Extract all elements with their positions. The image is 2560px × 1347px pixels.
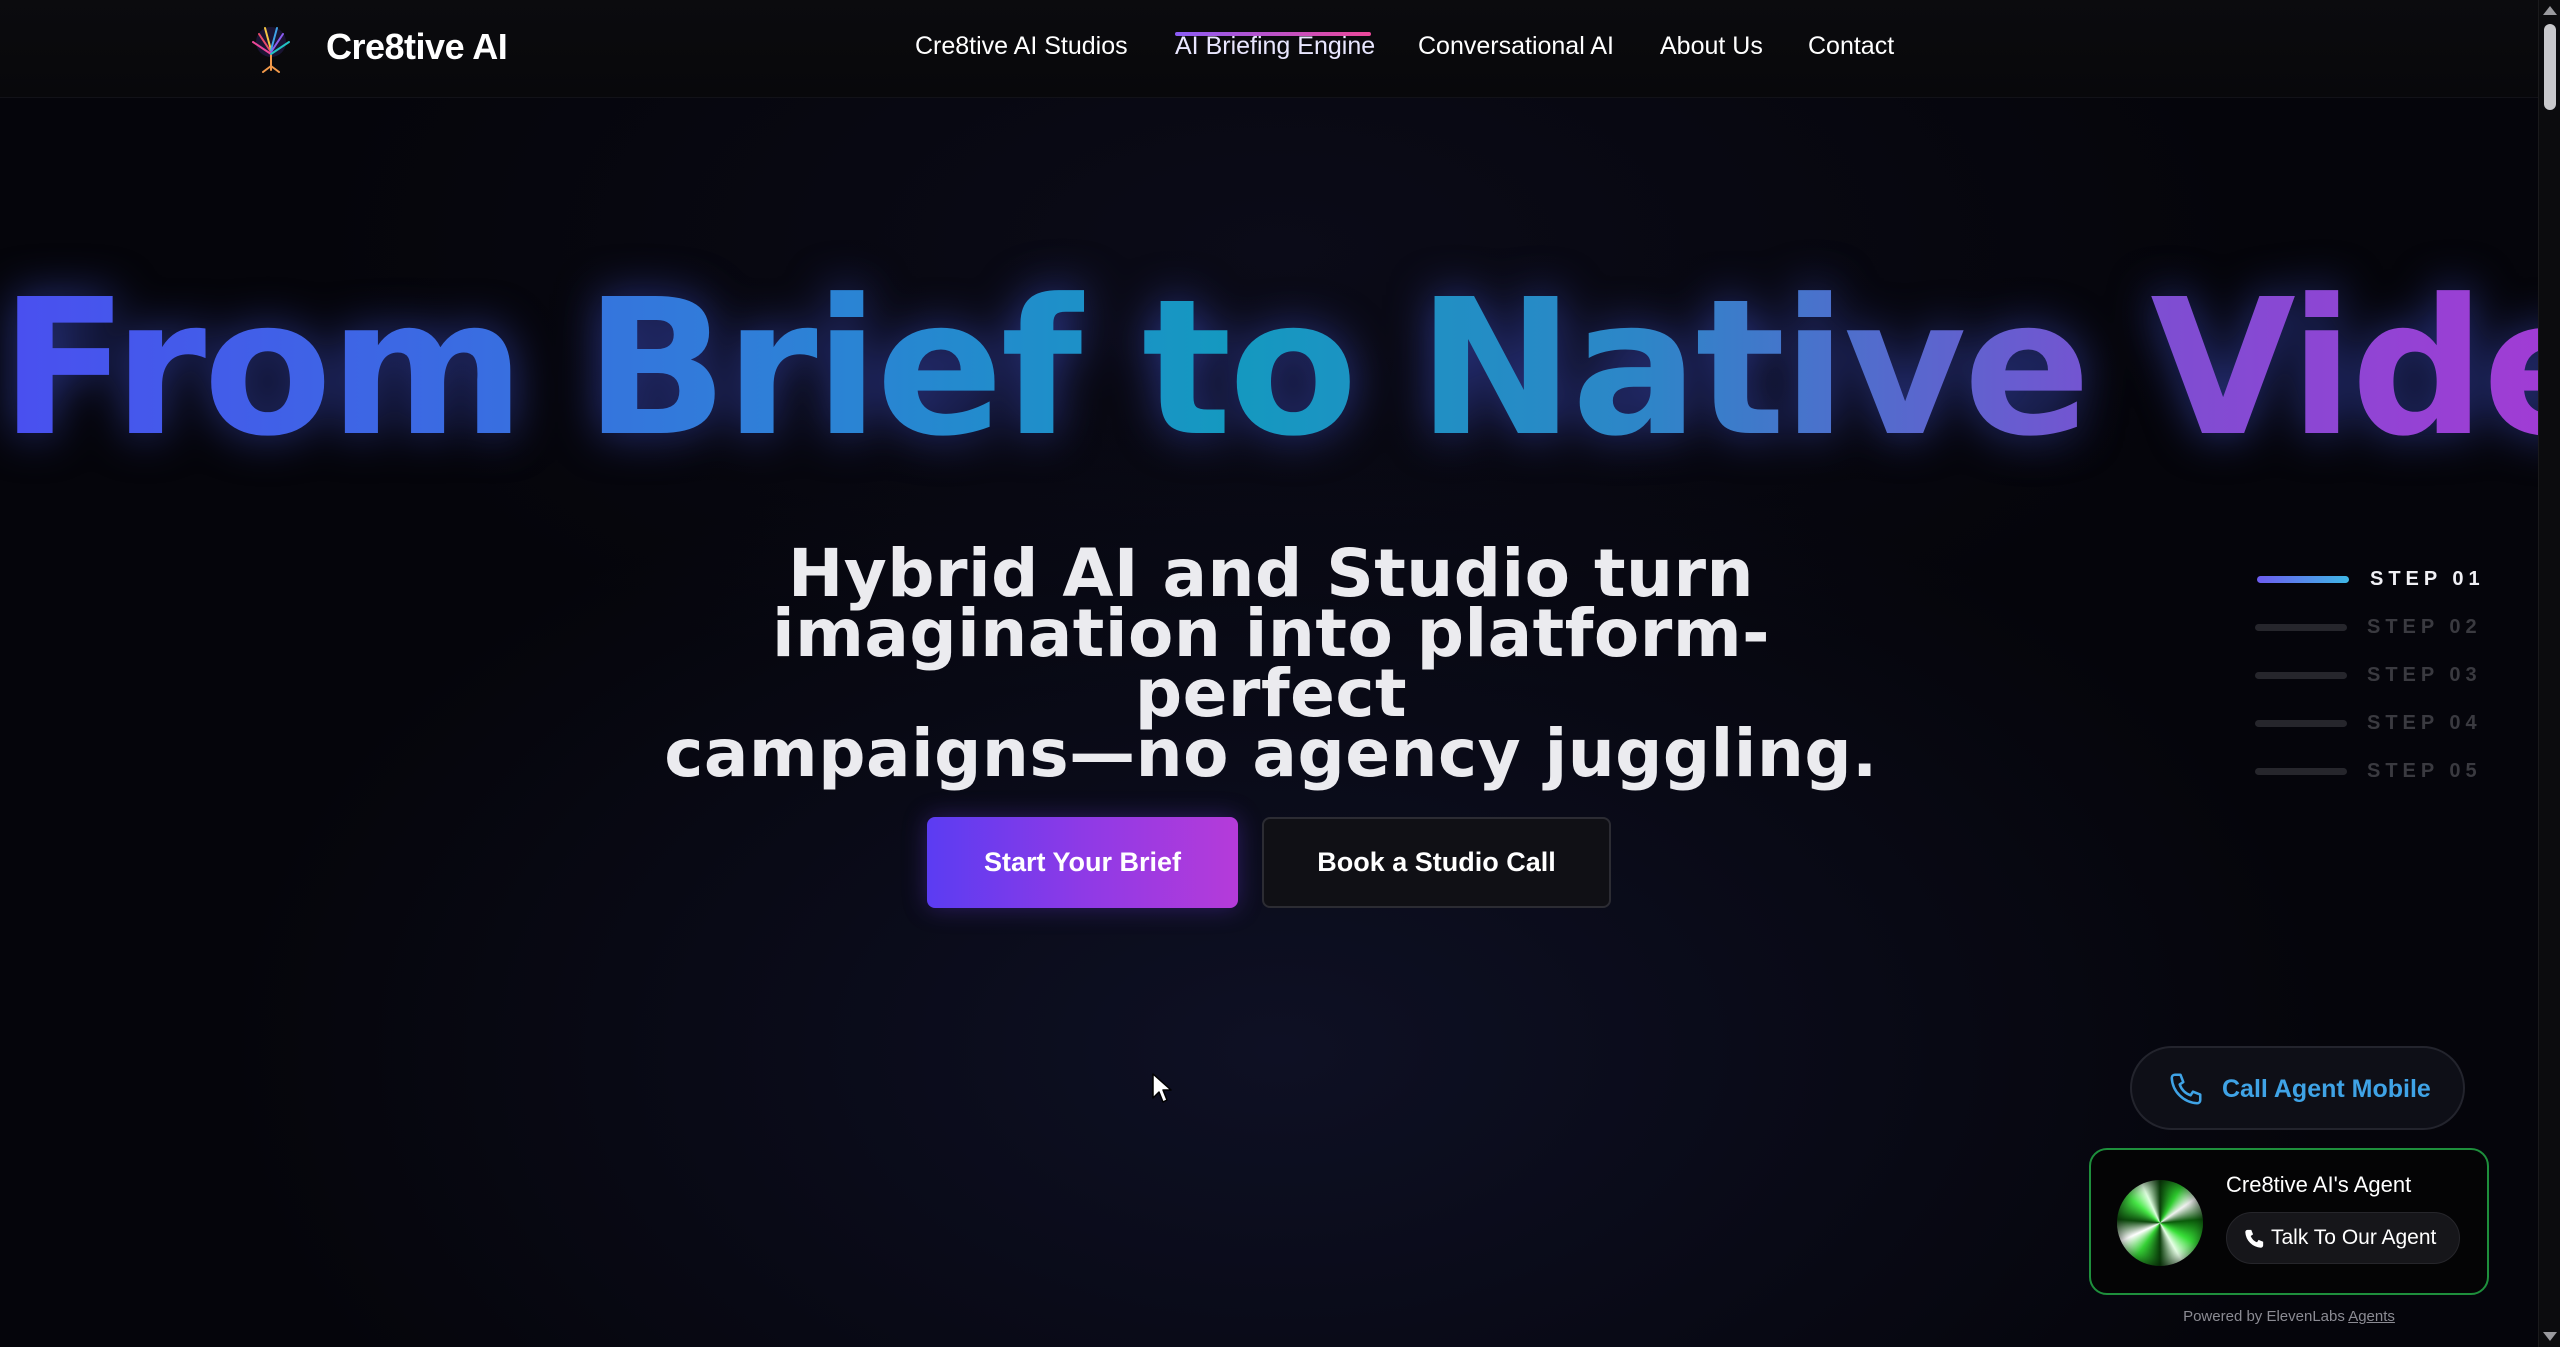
- powered-by-prefix: Powered by ElevenLabs: [2183, 1308, 2345, 1325]
- page: Cre8tive AI Cre8tive AI Studios AI Brief…: [0, 0, 2538, 1347]
- hero-title: From Brief to Native Video: [0, 275, 2538, 463]
- agent-name: Cre8tive AI's Agent: [2226, 1172, 2412, 1197]
- phone-icon: [2170, 1073, 2202, 1105]
- step-item-01[interactable]: STEP 01: [2250, 565, 2490, 595]
- nav-link-about-us[interactable]: About Us: [1660, 32, 1763, 61]
- talk-to-agent-label: Talk To Our Agent: [2271, 1226, 2437, 1249]
- brand-name[interactable]: Cre8tive AI: [326, 26, 508, 68]
- hero-subtitle-line: imagination into platform-perfect: [771, 595, 1770, 732]
- nav-link-studios[interactable]: Cre8tive AI Studios: [915, 32, 1128, 61]
- powered-by-text: Powered by ElevenLabs Agents: [2089, 1308, 2489, 1325]
- step-label: STEP 01: [2370, 568, 2485, 590]
- top-navbar: Cre8tive AI Cre8tive AI Studios AI Brief…: [0, 0, 2538, 98]
- nav-active-indicator: [1175, 32, 1371, 36]
- step-label: STEP 05: [2367, 760, 2482, 782]
- elevenlabs-agents-link[interactable]: Agents: [2348, 1308, 2395, 1325]
- step-item-04[interactable]: STEP 04: [2250, 709, 2490, 739]
- start-brief-button[interactable]: Start Your Brief: [927, 817, 1238, 908]
- agent-avatar: [2117, 1180, 2203, 1266]
- step-label: STEP 03: [2367, 664, 2482, 686]
- scrollbar-thumb[interactable]: [2544, 24, 2556, 110]
- call-agent-mobile-label: Call Agent Mobile: [2222, 1075, 2431, 1103]
- hero-subtitle-line: campaigns—no agency juggling.: [664, 715, 1878, 792]
- mouse-cursor-icon: [1152, 1073, 1172, 1103]
- step-item-02[interactable]: STEP 02: [2250, 613, 2490, 643]
- scroll-down-arrow-icon[interactable]: [2543, 1332, 2557, 1341]
- tree-logo-icon[interactable]: [245, 22, 297, 74]
- nav-link-briefing-engine[interactable]: AI Briefing Engine: [1175, 32, 1375, 61]
- step-progress-bar: [2257, 576, 2349, 583]
- agent-widget: Cre8tive AI's Agent Talk To Our Agent: [2089, 1148, 2489, 1295]
- hero-subtitle: Hybrid AI and Studio turn imagination in…: [640, 541, 1902, 792]
- book-studio-call-button[interactable]: Book a Studio Call: [1262, 817, 1611, 908]
- scroll-up-arrow-icon[interactable]: [2543, 6, 2557, 15]
- nav-link-contact[interactable]: Contact: [1808, 32, 1894, 61]
- step-label: STEP 02: [2367, 616, 2482, 638]
- call-agent-mobile-button[interactable]: Call Agent Mobile: [2130, 1046, 2465, 1130]
- step-progress-bar: [2255, 720, 2347, 727]
- step-progress-bar: [2255, 768, 2347, 775]
- phone-icon: [2245, 1229, 2264, 1248]
- step-progress-bar: [2255, 672, 2347, 679]
- talk-to-agent-button[interactable]: Talk To Our Agent: [2226, 1212, 2460, 1264]
- step-item-03[interactable]: STEP 03: [2250, 661, 2490, 691]
- step-item-05[interactable]: STEP 05: [2250, 757, 2490, 787]
- step-progress-bar: [2255, 624, 2347, 631]
- vertical-scrollbar[interactable]: [2538, 0, 2560, 1347]
- nav-link-conversational-ai[interactable]: Conversational AI: [1418, 32, 1614, 61]
- step-label: STEP 04: [2367, 712, 2482, 734]
